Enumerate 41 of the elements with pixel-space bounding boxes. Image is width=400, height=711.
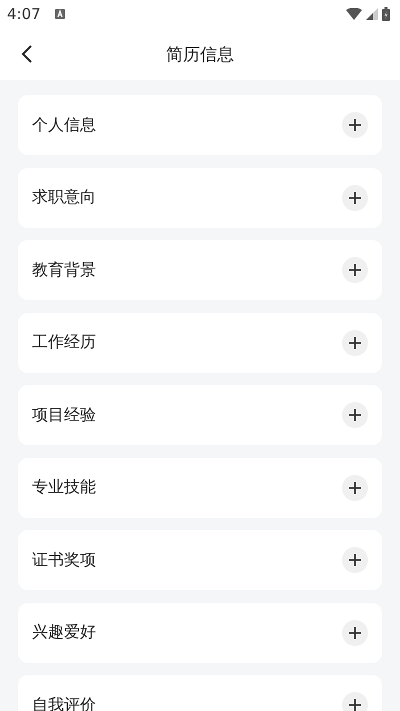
add-button[interactable] [342, 692, 368, 711]
section-label: 个人信息 [32, 114, 96, 136]
plus-icon [348, 263, 362, 277]
plus-icon [348, 190, 362, 204]
add-button[interactable] [342, 257, 368, 283]
plus-icon [348, 626, 362, 640]
plus-icon [348, 118, 362, 132]
section-card[interactable]: 工作经历 [18, 312, 382, 372]
status-time: 4:07 [7, 5, 41, 23]
add-button[interactable] [342, 474, 368, 500]
section-card[interactable]: 证书奖项 [18, 530, 382, 590]
section-card[interactable]: 专业技能 [18, 458, 382, 518]
add-button[interactable] [342, 402, 368, 428]
add-button[interactable] [342, 184, 368, 210]
plus-icon [348, 553, 362, 567]
add-button[interactable] [342, 620, 368, 646]
section-label: 求职意向 [32, 187, 96, 208]
page-title: 简历信息 [166, 44, 234, 66]
plus-icon [348, 408, 362, 422]
section-label: 教育背景 [32, 260, 96, 280]
section-label: 兴趣爱好 [32, 622, 96, 643]
plus-icon [348, 336, 362, 350]
battery-icon [382, 7, 390, 21]
signal-icon [366, 8, 378, 20]
back-icon [21, 44, 33, 64]
section-label: 专业技能 [32, 477, 96, 498]
section-card[interactable]: 教育背景 [18, 240, 382, 300]
section-card[interactable]: 兴趣爱好 [18, 602, 382, 662]
add-button[interactable] [342, 112, 368, 138]
add-button[interactable] [342, 330, 368, 356]
add-button[interactable] [342, 547, 368, 573]
plus-icon [348, 480, 362, 494]
notification-icon [54, 9, 65, 19]
section-label: 工作经历 [32, 332, 96, 353]
wifi-icon [346, 8, 362, 20]
section-card[interactable]: 求职意向 [18, 168, 382, 228]
section-card[interactable]: 项目经验 [18, 385, 382, 445]
section-label: 项目经验 [32, 404, 96, 426]
plus-icon [348, 698, 362, 711]
section-card[interactable]: 个人信息 [18, 95, 382, 155]
section-label: 证书奖项 [32, 550, 96, 570]
